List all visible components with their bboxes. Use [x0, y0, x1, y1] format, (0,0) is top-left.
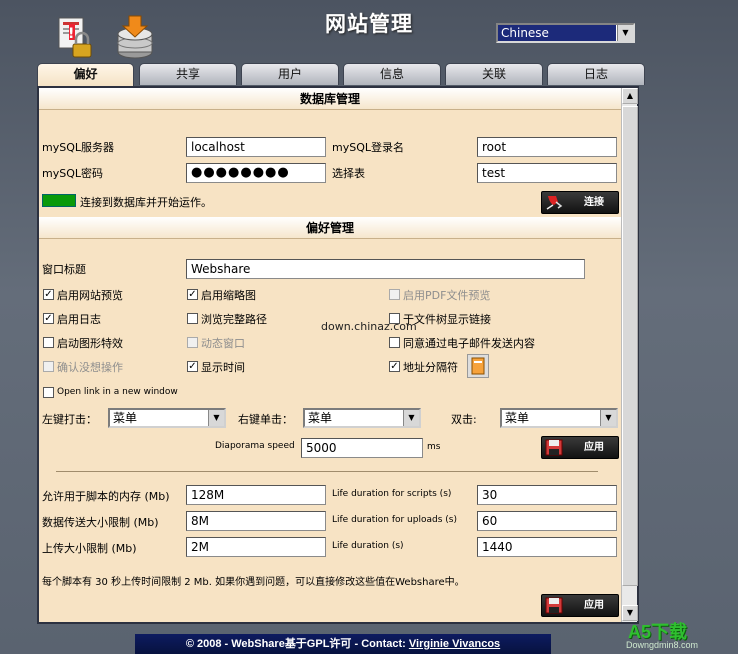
connect-button[interactable]: 连接	[541, 191, 619, 214]
footer-text: © 2008 - WebShare基于GPL许可 - Contact:	[185, 638, 409, 650]
tab-preferences[interactable]: 偏好	[37, 63, 134, 87]
show-time-checkbox[interactable]: ✓	[187, 361, 198, 372]
apply-limits-button[interactable]: 应用	[541, 594, 619, 617]
life-uploads-input[interactable]: 60	[477, 511, 617, 531]
life-uploads-label: Life duration for uploads (s)	[332, 515, 457, 525]
language-select[interactable]: Chinese ▼	[496, 23, 635, 43]
plug-icon	[545, 194, 563, 211]
divider	[56, 471, 598, 472]
chevron-down-icon[interactable]: ▼	[617, 25, 633, 41]
life-scripts-label: Life duration for scripts (s)	[332, 489, 452, 499]
scrollbar-thumb[interactable]	[622, 106, 638, 586]
chevron-down-icon[interactable]: ▼	[600, 410, 616, 426]
watermark-sub-text: Downgdmin8.com	[626, 640, 699, 650]
scrollbar[interactable]: ▲ ▼	[621, 88, 638, 622]
author-link[interactable]: Virginie Vivancos	[409, 638, 500, 650]
diaporama-input[interactable]: 5000	[301, 438, 423, 458]
db-section-header: 数据库管理	[39, 88, 621, 110]
upload-max-label: 上传大小限制 (Mb)	[42, 542, 137, 555]
life-label: Life duration (s)	[332, 541, 404, 551]
dynamic-window-label: 动态窗口	[201, 337, 245, 350]
email-checkbox[interactable]	[389, 337, 400, 348]
upload-size-label: 数据传送大小限制 (Mb)	[42, 516, 159, 529]
apply-prefs-label: 应用	[584, 442, 604, 453]
thumbnails-checkbox[interactable]: ✓	[187, 289, 198, 300]
right-click-value: 菜单	[308, 411, 333, 425]
confirm-label: 确认没想操作	[57, 361, 123, 374]
separator-picker-icon[interactable]	[467, 354, 489, 378]
diaporama-label: Diaporama speed	[215, 441, 295, 451]
double-click-label: 双击:	[451, 413, 477, 426]
upload-size-input[interactable]: 8M	[186, 511, 326, 531]
diaporama-unit: ms	[427, 442, 441, 452]
connection-status-text: 连接到数据库并开始运作。	[80, 196, 212, 209]
mysql-server-input[interactable]: localhost	[186, 137, 326, 157]
chevron-down-icon[interactable]: ▼	[208, 410, 224, 426]
upload-max-input[interactable]: 2M	[186, 537, 326, 557]
tab-users[interactable]: 用户	[241, 63, 339, 85]
thumbnails-label: 启用缩略图	[201, 289, 256, 302]
scroll-up-icon[interactable]: ▲	[622, 88, 638, 104]
window-title-input[interactable]: Webshare	[186, 259, 585, 279]
double-click-select[interactable]: 菜单 ▼	[500, 408, 618, 428]
memory-input[interactable]: 128M	[186, 485, 326, 505]
tab-log[interactable]: 日志	[547, 63, 645, 85]
floppy-disk-icon	[545, 439, 563, 456]
connect-button-label: 连接	[584, 197, 604, 208]
window-title-label: 窗口标题	[42, 263, 86, 276]
life-scripts-input[interactable]: 30	[477, 485, 617, 505]
log-checkbox[interactable]: ✓	[43, 313, 54, 324]
language-select-value: Chinese	[501, 26, 549, 40]
left-click-label: 左键打击：	[42, 413, 97, 426]
site-preview-checkbox[interactable]: ✓	[43, 289, 54, 300]
floppy-disk-icon	[545, 597, 563, 614]
chevron-down-icon[interactable]: ▼	[403, 410, 419, 426]
pdf-preview-label: 启用PDF文件预览	[403, 289, 491, 302]
connection-status-indicator	[42, 194, 76, 207]
memory-label: 允许用于脚本的内存 (Mb)	[42, 490, 170, 503]
pdf-preview-checkbox[interactable]	[389, 289, 400, 300]
mysql-password-label: mySQL密码	[42, 167, 103, 180]
email-label: 同意通过电子邮件发送内容	[403, 337, 535, 350]
mysql-password-input[interactable]: ●●●●●●●●	[186, 163, 326, 183]
confirm-checkbox[interactable]	[43, 361, 54, 372]
dynamic-window-checkbox[interactable]	[187, 337, 198, 348]
double-click-value: 菜单	[505, 411, 530, 425]
left-click-select[interactable]: 菜单 ▼	[108, 408, 226, 428]
mysql-server-label: mySQL服务器	[42, 141, 114, 154]
table-select-input[interactable]: test	[477, 163, 617, 183]
log-label: 启用日志	[57, 313, 101, 326]
new-window-checkbox[interactable]	[43, 387, 54, 398]
tab-links[interactable]: 关联	[445, 63, 543, 85]
life-input[interactable]: 1440	[477, 537, 617, 557]
right-click-label: 右键单击：	[238, 413, 293, 426]
left-click-value: 菜单	[113, 411, 138, 425]
table-select-label: 选择表	[332, 167, 365, 180]
mysql-login-label: mySQL登录名	[332, 141, 404, 154]
tab-share[interactable]: 共享	[139, 63, 237, 85]
graphics-label: 启动图形特效	[57, 337, 123, 350]
address-separator-checkbox[interactable]: ✓	[389, 361, 400, 372]
footer: © 2008 - WebShare基于GPL许可 - Contact: Virg…	[135, 634, 551, 654]
prefs-section-header: 偏好管理	[39, 217, 621, 239]
full-path-label: 浏览完整路径	[201, 313, 267, 326]
apply-limits-label: 应用	[584, 600, 604, 611]
show-time-label: 显示时间	[201, 361, 245, 374]
apply-prefs-button[interactable]: 应用	[541, 436, 619, 459]
site-preview-label: 启用网站预览	[57, 289, 123, 302]
graphics-checkbox[interactable]	[43, 337, 54, 348]
right-click-select[interactable]: 菜单 ▼	[303, 408, 421, 428]
new-window-label: Open link in a new window	[57, 387, 178, 397]
tab-info[interactable]: 信息	[343, 63, 441, 85]
address-separator-label: 地址分隔符	[403, 361, 458, 374]
limits-note: 每个脚本有 30 秒上传时间限制 2 Mb. 如果你遇到问题，可以直接修改这些值…	[42, 577, 465, 588]
full-path-checkbox[interactable]	[187, 313, 198, 324]
site-watermark: A5下载 Downgdmin8.com	[624, 618, 734, 652]
mysql-login-input[interactable]: root	[477, 137, 617, 157]
watermark-text: down.chinaz.com	[321, 320, 417, 333]
